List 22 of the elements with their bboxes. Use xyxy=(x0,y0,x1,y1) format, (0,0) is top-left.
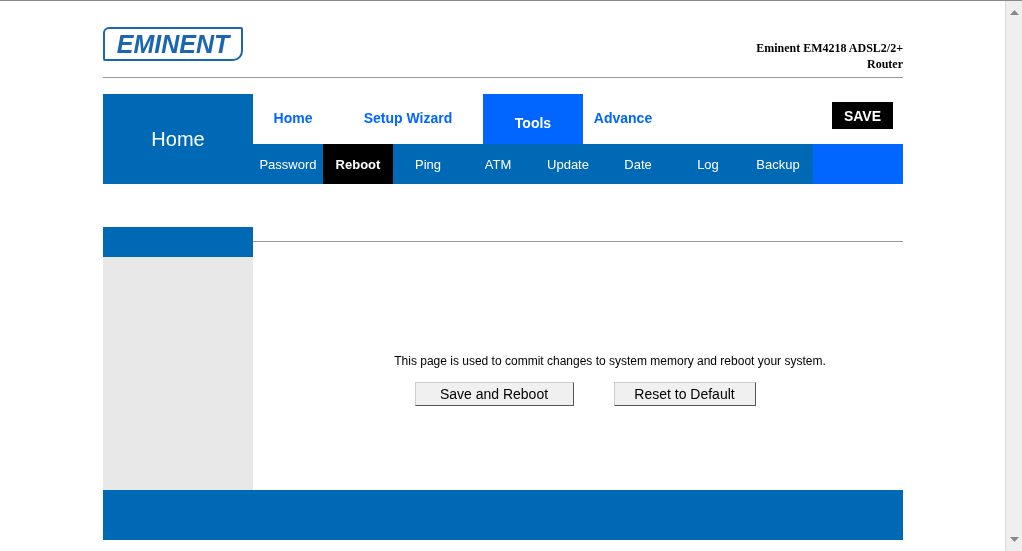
sub-tab[interactable]: ATM xyxy=(463,144,533,184)
scrollbar[interactable] xyxy=(1005,1,1022,551)
action-button[interactable]: Save and Reboot xyxy=(414,382,574,406)
nav-tab[interactable]: Advance xyxy=(583,94,663,144)
sub-tab[interactable]: Backup xyxy=(743,144,813,184)
scroll-up-icon[interactable] xyxy=(1009,9,1019,15)
description-text: This page is used to commit changes to system memory and reboot your system. xyxy=(393,354,826,368)
sub-tab[interactable]: Log xyxy=(673,144,743,184)
sub-tab[interactable]: Update xyxy=(533,144,603,184)
logo: EMINENT xyxy=(103,27,243,61)
sub-tab[interactable]: Password xyxy=(253,144,323,184)
nav-tab[interactable]: Tools xyxy=(483,94,583,144)
scroll-down-icon[interactable] xyxy=(1009,537,1019,543)
sub-tab[interactable]: Date xyxy=(603,144,673,184)
nav-tab[interactable]: Home xyxy=(253,94,333,144)
nav-tab[interactable]: Setup Wizard xyxy=(333,94,483,144)
action-button[interactable]: Reset to Default xyxy=(613,382,756,406)
router-title: Eminent EM4218 ADSL2/2+ Router xyxy=(756,40,903,73)
sub-tab[interactable]: Reboot xyxy=(323,144,393,184)
save-button[interactable]: SAVE xyxy=(832,102,893,129)
section-label: Home xyxy=(103,94,253,184)
sub-tab[interactable]: Ping xyxy=(393,144,463,184)
